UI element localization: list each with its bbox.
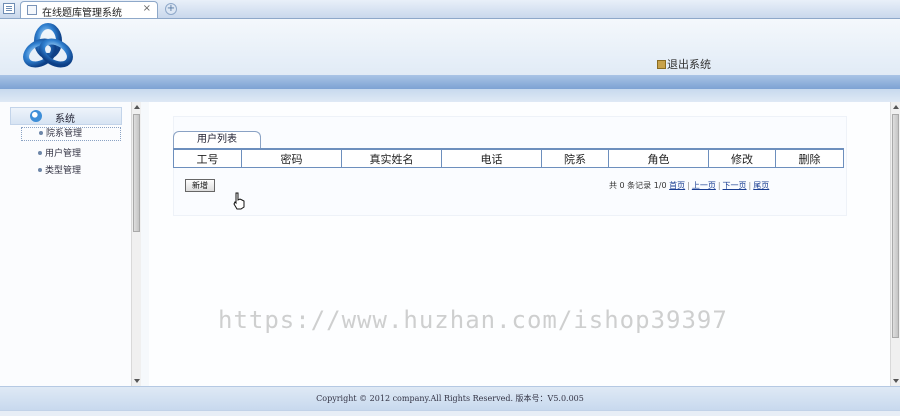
browser-tab-title: 在线题库管理系统 bbox=[42, 8, 122, 19]
column-header-id: 工号 bbox=[173, 149, 242, 168]
pager-last-link[interactable]: 尾页 bbox=[753, 181, 769, 190]
pagination: 共 0 条记录 1/0 首页 | 上一页 | 下一页 | 尾页 bbox=[609, 181, 770, 190]
user-table: 工号 密码 真实姓名 电话 院系 角色 修改 删除 bbox=[173, 148, 844, 168]
add-button[interactable]: 新增 bbox=[185, 179, 215, 192]
header-subbar bbox=[0, 89, 900, 102]
browser-tab-bar: 在线题库管理系统 × + bbox=[0, 0, 900, 19]
scroll-down-icon[interactable] bbox=[134, 379, 140, 383]
copyright-text: Copyright © 2012 company.All Rights Rese… bbox=[316, 394, 584, 403]
watermark-text: https://www.huzhan.com/ishop39397 bbox=[218, 306, 728, 334]
hand-cursor-icon bbox=[233, 192, 245, 210]
scroll-thumb[interactable] bbox=[892, 114, 899, 338]
pager-summary: 共 0 条记录 1/0 bbox=[609, 181, 667, 190]
tab-user-list[interactable]: 用户列表 bbox=[173, 131, 261, 148]
pager-first-link[interactable]: 首页 bbox=[669, 181, 685, 190]
sidebar: 系统 院系管理 用户管理 类型管理 bbox=[0, 102, 131, 386]
pager-prev-link[interactable]: 上一页 bbox=[692, 181, 716, 190]
sidebar-scrollbar[interactable] bbox=[131, 102, 141, 386]
bullet-icon bbox=[39, 131, 43, 135]
bullet-icon bbox=[38, 151, 42, 155]
column-header-department: 院系 bbox=[541, 149, 609, 168]
sidebar-item-label: 类型管理 bbox=[45, 166, 82, 176]
main-scrollbar[interactable] bbox=[890, 102, 900, 386]
table-header-row: 工号 密码 真实姓名 电话 院系 角色 修改 删除 bbox=[173, 149, 844, 168]
sidebar-item-users[interactable]: 用户管理 bbox=[38, 146, 81, 159]
sidebar-item-label: 用户管理 bbox=[45, 149, 82, 159]
logout-button[interactable]: 退出系统 bbox=[657, 56, 711, 72]
logout-icon bbox=[657, 60, 666, 69]
logout-label: 退出系统 bbox=[667, 58, 711, 71]
column-header-password: 密码 bbox=[241, 149, 342, 168]
column-header-role: 角色 bbox=[608, 149, 709, 168]
sidebar-item-department[interactable]: 院系管理 bbox=[21, 127, 121, 141]
bullet-icon bbox=[38, 168, 42, 172]
browser-menu-icon[interactable] bbox=[3, 3, 15, 14]
scroll-up-icon[interactable] bbox=[893, 105, 899, 109]
sidebar-section-system[interactable]: 系统 bbox=[10, 107, 122, 125]
sidebar-item-label: 院系管理 bbox=[46, 129, 83, 139]
logo-icon bbox=[23, 23, 73, 68]
scroll-up-icon[interactable] bbox=[134, 105, 140, 109]
column-header-edit: 修改 bbox=[708, 149, 776, 168]
status-bar bbox=[0, 410, 900, 416]
scroll-thumb[interactable] bbox=[133, 114, 140, 232]
column-header-phone: 电话 bbox=[441, 149, 542, 168]
sidebar-item-types[interactable]: 类型管理 bbox=[38, 163, 81, 176]
browser-tab[interactable]: 在线题库管理系统 × bbox=[20, 1, 158, 19]
sidebar-section-title: 系统 bbox=[55, 114, 75, 125]
layout-splitter[interactable] bbox=[141, 102, 149, 386]
main-content: 用户列表 工号 密码 真实姓名 电话 院系 角色 修改 删除 新增 共 0 条记… bbox=[149, 102, 890, 386]
tab-close-icon[interactable]: × bbox=[143, 3, 151, 14]
header-divider bbox=[0, 75, 900, 89]
page-favicon-icon bbox=[27, 5, 37, 15]
pager-next-link[interactable]: 下一页 bbox=[723, 181, 747, 190]
column-header-delete: 删除 bbox=[775, 149, 844, 168]
system-icon bbox=[30, 110, 42, 122]
column-header-real-name: 真实姓名 bbox=[341, 149, 442, 168]
footer: Copyright © 2012 company.All Rights Rese… bbox=[0, 386, 900, 410]
app-header: 退出系统 bbox=[0, 19, 900, 75]
new-tab-icon[interactable]: + bbox=[165, 3, 177, 15]
scroll-down-icon[interactable] bbox=[893, 379, 899, 383]
